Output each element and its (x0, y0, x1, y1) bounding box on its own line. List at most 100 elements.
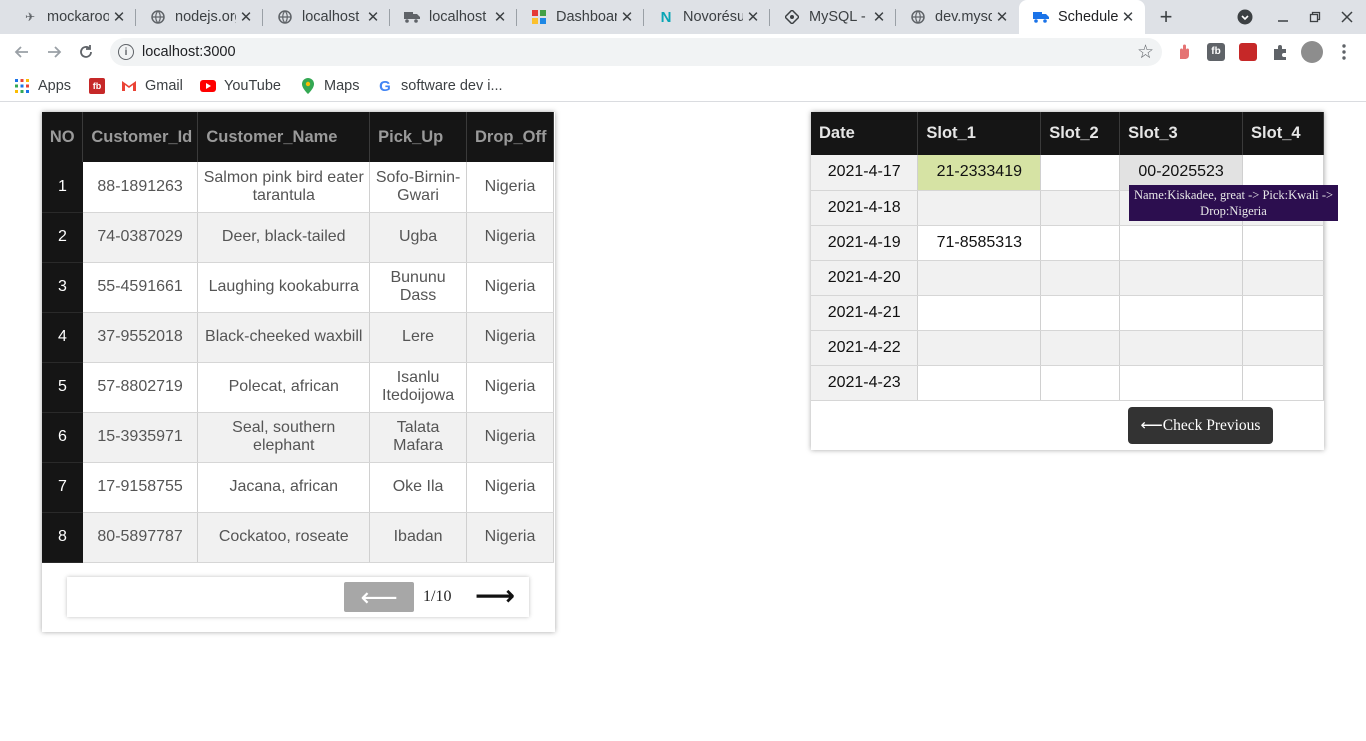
booking-tooltip: Name:Kiskadee, great -> Pick:Kwali -> Dr… (1129, 185, 1338, 221)
apps-grid-icon (14, 78, 30, 94)
close-icon[interactable]: ✕ (490, 7, 510, 27)
maximize-icon[interactable] (1305, 7, 1325, 27)
slot-cell[interactable] (1040, 330, 1121, 366)
slot-cell[interactable] (1242, 295, 1324, 331)
truck-icon (404, 9, 420, 25)
table-cell: Nigeria (466, 512, 554, 563)
table-cell: 3 (42, 262, 83, 313)
minimize-icon[interactable] (1273, 7, 1293, 27)
table-cell: Ugba (369, 212, 467, 263)
extension-fb-icon[interactable]: fb (1207, 43, 1225, 61)
prev-page-button[interactable]: ⟵ (344, 582, 414, 612)
table-cell: 2 (42, 212, 83, 263)
slot-cell[interactable]: 21-2333419 (917, 155, 1042, 191)
slot-cell[interactable] (1040, 190, 1121, 226)
close-icon[interactable]: ✕ (236, 7, 256, 27)
pagination: ⟵ 1/10 ⟶ (67, 577, 529, 617)
slot-cell[interactable] (1119, 225, 1244, 261)
close-window-icon[interactable] (1337, 7, 1357, 27)
tab-mockaroo[interactable]: ✈ mockaroo ✕ (8, 0, 136, 34)
tab-localhost-2[interactable]: localhost ✕ (390, 0, 517, 34)
table-cell: Jacana, african (197, 462, 371, 513)
bookmark-apps[interactable]: Apps (14, 76, 71, 96)
slot-cell[interactable] (1040, 155, 1121, 191)
tab-nodejs[interactable]: nodejs.org ✕ (136, 0, 263, 34)
slot-cell[interactable] (1040, 260, 1121, 296)
column-header: Slot_4 (1242, 112, 1324, 155)
table-cell: Isanlu Itedoijowa (369, 362, 467, 413)
tab-dashboard[interactable]: Dashboard ✕ (517, 0, 644, 34)
table-cell: 5 (42, 362, 83, 413)
slot-cell[interactable] (917, 365, 1042, 401)
slot-cell[interactable] (1119, 365, 1244, 401)
slot-cell[interactable] (1242, 260, 1324, 296)
table-cell: 15-3935971 (82, 412, 199, 463)
bookmark-label: Maps (324, 78, 360, 94)
tab-novoresume[interactable]: N Novorésume ✕ (644, 0, 770, 34)
tab-devmysql[interactable]: dev.mysql ✕ (896, 0, 1019, 34)
extension-hand-icon[interactable] (1175, 43, 1193, 61)
column-header: Drop_Off (466, 112, 554, 162)
tab-title: Novorésume (683, 9, 743, 25)
table-cell: Salmon pink bird eater tarantula (197, 162, 371, 213)
close-icon[interactable]: ✕ (869, 7, 889, 27)
tab-title: nodejs.org (175, 9, 236, 25)
slot-cell[interactable]: 71-8585313 (917, 225, 1042, 261)
check-previous-button[interactable]: ⟵Check Previous (1128, 407, 1273, 444)
slot-cell[interactable] (1119, 330, 1244, 366)
next-page-button[interactable]: ⟶ (475, 581, 515, 611)
reload-icon[interactable] (75, 41, 97, 63)
slot-cell[interactable] (1040, 225, 1121, 261)
close-icon[interactable]: ✕ (363, 7, 383, 27)
slot-cell[interactable] (1242, 330, 1324, 366)
bookmark-star-icon[interactable]: ☆ (1137, 41, 1154, 64)
address-bar[interactable]: i localhost:3000 ☆ (110, 38, 1162, 66)
tab-search-icon[interactable] (1235, 7, 1255, 27)
table-row: 2021-4-20 (811, 260, 1324, 296)
date-cell: 2021-4-18 (811, 190, 919, 226)
slot-cell[interactable] (1119, 260, 1244, 296)
close-icon[interactable]: ✕ (743, 7, 763, 27)
date-cell: 2021-4-17 (811, 155, 919, 191)
table-cell: Nigeria (466, 262, 554, 313)
tab-localhost-1[interactable]: localhost ✕ (263, 0, 390, 34)
new-tab-button[interactable]: + (1154, 4, 1178, 29)
bookmark-youtube[interactable]: YouTube (200, 76, 281, 96)
slot-cell[interactable] (1242, 225, 1324, 261)
kebab-menu-icon[interactable] (1333, 41, 1355, 63)
close-icon[interactable]: ✕ (109, 7, 129, 27)
forward-icon[interactable] (43, 41, 65, 63)
close-icon[interactable]: ✕ (617, 7, 637, 27)
bookmark-gmail[interactable]: Gmail (121, 76, 183, 96)
youtube-icon (200, 78, 216, 94)
slot-cell[interactable] (1040, 295, 1121, 331)
avatar[interactable] (1301, 41, 1323, 63)
column-header: Slot_2 (1040, 112, 1121, 155)
customer-table: NO Customer_Id Customer_Name Pick_Up Drop_Of… (42, 112, 554, 563)
extension-red-icon[interactable] (1239, 43, 1257, 61)
slot-cell[interactable] (917, 295, 1042, 331)
back-icon[interactable] (11, 41, 33, 63)
bookmarks-bar: Apps fb Gmail YouTube Maps G software de… (0, 70, 1366, 102)
bookmark-fb[interactable]: fb (89, 76, 113, 96)
close-icon[interactable]: ✕ (992, 7, 1012, 27)
close-icon[interactable]: ✕ (1118, 7, 1138, 27)
slot-cell[interactable] (1119, 295, 1244, 331)
site-info-icon[interactable]: i (118, 44, 134, 60)
bookmark-software-dev[interactable]: G software dev i... (377, 76, 502, 96)
slot-cell[interactable] (1040, 365, 1121, 401)
gmail-icon (121, 78, 137, 94)
table-cell: 74-0387029 (82, 212, 199, 263)
bookmark-label: Apps (38, 78, 72, 94)
column-header: Date (811, 112, 919, 155)
extensions-puzzle-icon[interactable] (1271, 43, 1289, 61)
url-text[interactable]: localhost:3000 (142, 44, 236, 60)
tab-schedule[interactable]: Schedule ✕ (1019, 0, 1145, 34)
slot-cell[interactable] (1242, 365, 1324, 401)
slot-cell[interactable] (917, 260, 1042, 296)
tab-mysql[interactable]: MySQL - A ✕ (770, 0, 896, 34)
table-row: 3 55-4591661 Laughing kookaburra Bununu Das… (42, 262, 554, 313)
slot-cell[interactable] (917, 330, 1042, 366)
slot-cell[interactable] (917, 190, 1042, 226)
bookmark-maps[interactable]: Maps (300, 76, 359, 96)
